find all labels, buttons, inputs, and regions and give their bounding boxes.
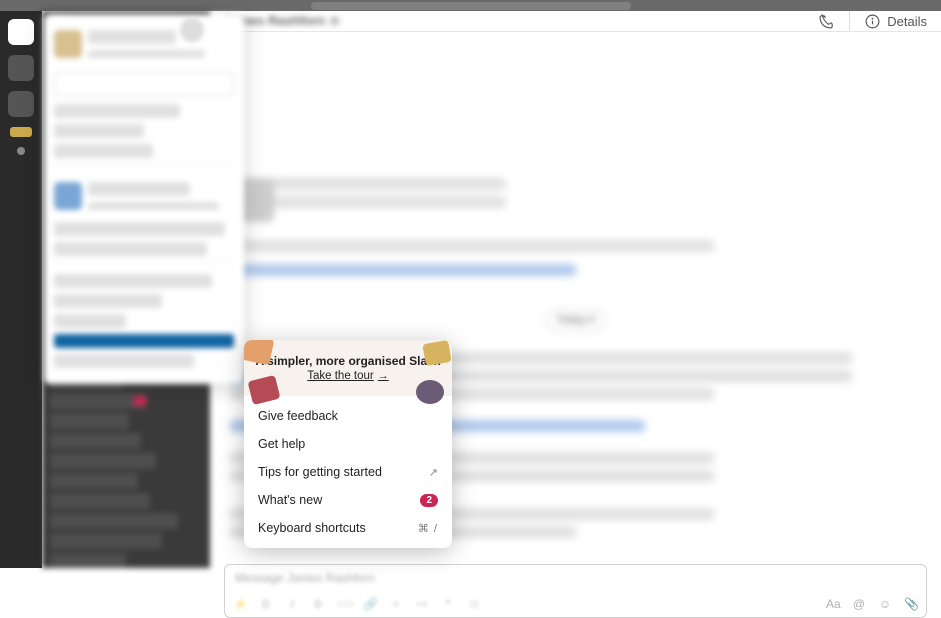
format-icon[interactable]: Aa [826,597,840,611]
help-popover: A simpler, more organised Slack Take the… [244,340,452,548]
menu-item-label: Tips for getting started [258,465,382,479]
external-link-icon: ↗ [429,466,438,479]
blockquote-icon[interactable]: ❝ [441,597,455,611]
attach-icon[interactable]: 📎 [904,597,918,611]
workspace-icon[interactable] [8,55,34,81]
whats-new-item[interactable]: What's new 2 [244,486,452,514]
emoji-icon[interactable]: ☺ [878,597,892,611]
composer-toolbar: ⚡ B I S </> 🔗 ≡ •≡ ❝ ⧉ Aa @ ☺ 📎 [225,591,926,617]
user-menu[interactable] [44,14,244,384]
message-composer[interactable]: Message James Rashforn ⚡ B I S </> 🔗 ≡ •… [224,564,927,618]
link-icon[interactable]: 🔗 [363,597,377,611]
strike-icon[interactable]: S [311,597,325,611]
italic-icon[interactable]: I [285,597,299,611]
add-workspace-icon[interactable] [17,147,25,155]
banner-title: A simpler, more organised Slack [256,354,441,368]
get-help-item[interactable]: Get help [244,430,452,458]
shortcut-hint: ⌘ / [418,522,438,535]
call-icon[interactable] [818,13,835,30]
take-tour-link[interactable]: Take the tour → [307,370,388,382]
unordered-list-icon[interactable]: •≡ [415,597,429,611]
global-search[interactable] [311,2,631,10]
menu-item-label: Keyboard shortcuts [258,521,366,535]
codeblock-icon[interactable]: ⧉ [467,597,481,612]
tips-item[interactable]: Tips for getting started ↗ [244,458,452,486]
take-tour-label: Take the tour [307,370,373,382]
menu-item-label: What's new [258,493,322,507]
details-label: Details [887,14,927,29]
arrow-right-icon: → [378,370,389,382]
top-bar [0,0,941,11]
ordered-list-icon[interactable]: ≡ [389,597,403,611]
details-button[interactable]: Details [864,13,927,30]
bold-icon[interactable]: B [259,597,273,611]
workspace-icon[interactable] [8,19,34,45]
workspace-rail [0,11,42,568]
keyboard-shortcuts-item[interactable]: Keyboard shortcuts ⌘ / [244,514,452,542]
workspace-icon[interactable] [8,91,34,117]
code-icon[interactable]: </> [337,597,351,611]
give-feedback-item[interactable]: Give feedback [244,402,452,430]
popover-banner: A simpler, more organised Slack Take the… [244,340,452,396]
lightning-icon[interactable]: ⚡ [233,597,247,611]
workspace-icon[interactable] [10,127,32,137]
info-icon [864,13,881,30]
composer-input[interactable]: Message James Rashforn [225,565,926,591]
mention-icon[interactable]: @ [852,597,866,611]
menu-item-label: Get help [258,437,305,451]
menu-item-label: Give feedback [258,409,338,423]
whats-new-badge: 2 [420,494,438,507]
